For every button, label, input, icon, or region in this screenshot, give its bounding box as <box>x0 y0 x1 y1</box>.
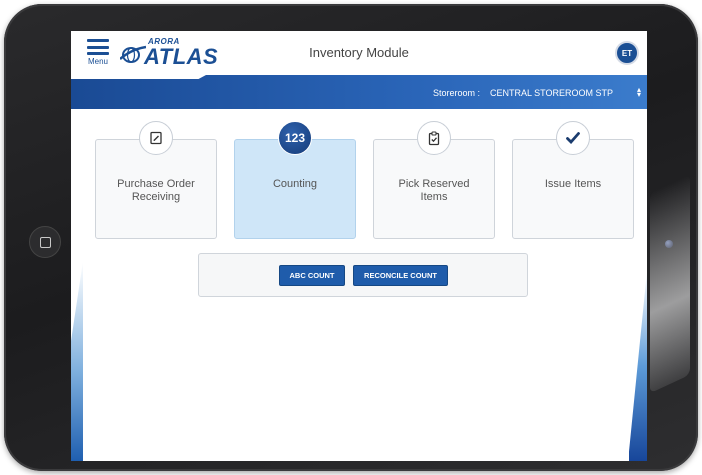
storeroom-bar: Storeroom : CENTRAL STOREROOM STP ▴ ▾ <box>71 75 647 109</box>
decorative-edge-right <box>629 271 647 461</box>
tile-label: Counting <box>272 178 318 190</box>
page-title: Inventory Module <box>309 45 409 60</box>
tablet-home-button[interactable] <box>29 226 61 258</box>
tile-counting[interactable]: 123 Counting <box>234 121 356 239</box>
tablet-frame: Menu ARORA ATLAS Inventory Module ET Sto… <box>4 4 698 471</box>
count-123-icon: 123 <box>278 121 312 155</box>
count-actions-panel: ABC COUNT RECONCILE COUNT <box>198 253 528 297</box>
tile-issue-items[interactable]: Issue Items <box>512 121 634 239</box>
decorative-edge-left <box>71 261 83 461</box>
tile-pick-reserved-items[interactable]: Pick Reserved Items <box>373 121 495 239</box>
checkmark-icon <box>556 121 590 155</box>
storeroom-updown-icon[interactable]: ▴ ▾ <box>637 86 641 99</box>
abc-count-button[interactable]: ABC COUNT <box>279 265 345 286</box>
storeroom-select[interactable]: CENTRAL STOREROOM STP <box>490 88 613 98</box>
storeroom-label: Storeroom : <box>433 88 481 98</box>
clipboard-check-icon <box>417 121 451 155</box>
tile-label: Purchase Order Receiving <box>117 178 195 203</box>
user-avatar[interactable]: ET <box>615 41 639 65</box>
clipboard-edit-icon <box>139 121 173 155</box>
app-screen: Menu ARORA ATLAS Inventory Module ET Sto… <box>71 31 647 461</box>
tile-label: Pick Reserved Items <box>398 178 470 203</box>
tablet-camera <box>665 240 673 248</box>
tile-label: Issue Items <box>544 178 602 190</box>
reconcile-count-button[interactable]: RECONCILE COUNT <box>353 265 448 286</box>
tile-purchase-order-receiving[interactable]: Purchase Order Receiving <box>95 121 217 239</box>
